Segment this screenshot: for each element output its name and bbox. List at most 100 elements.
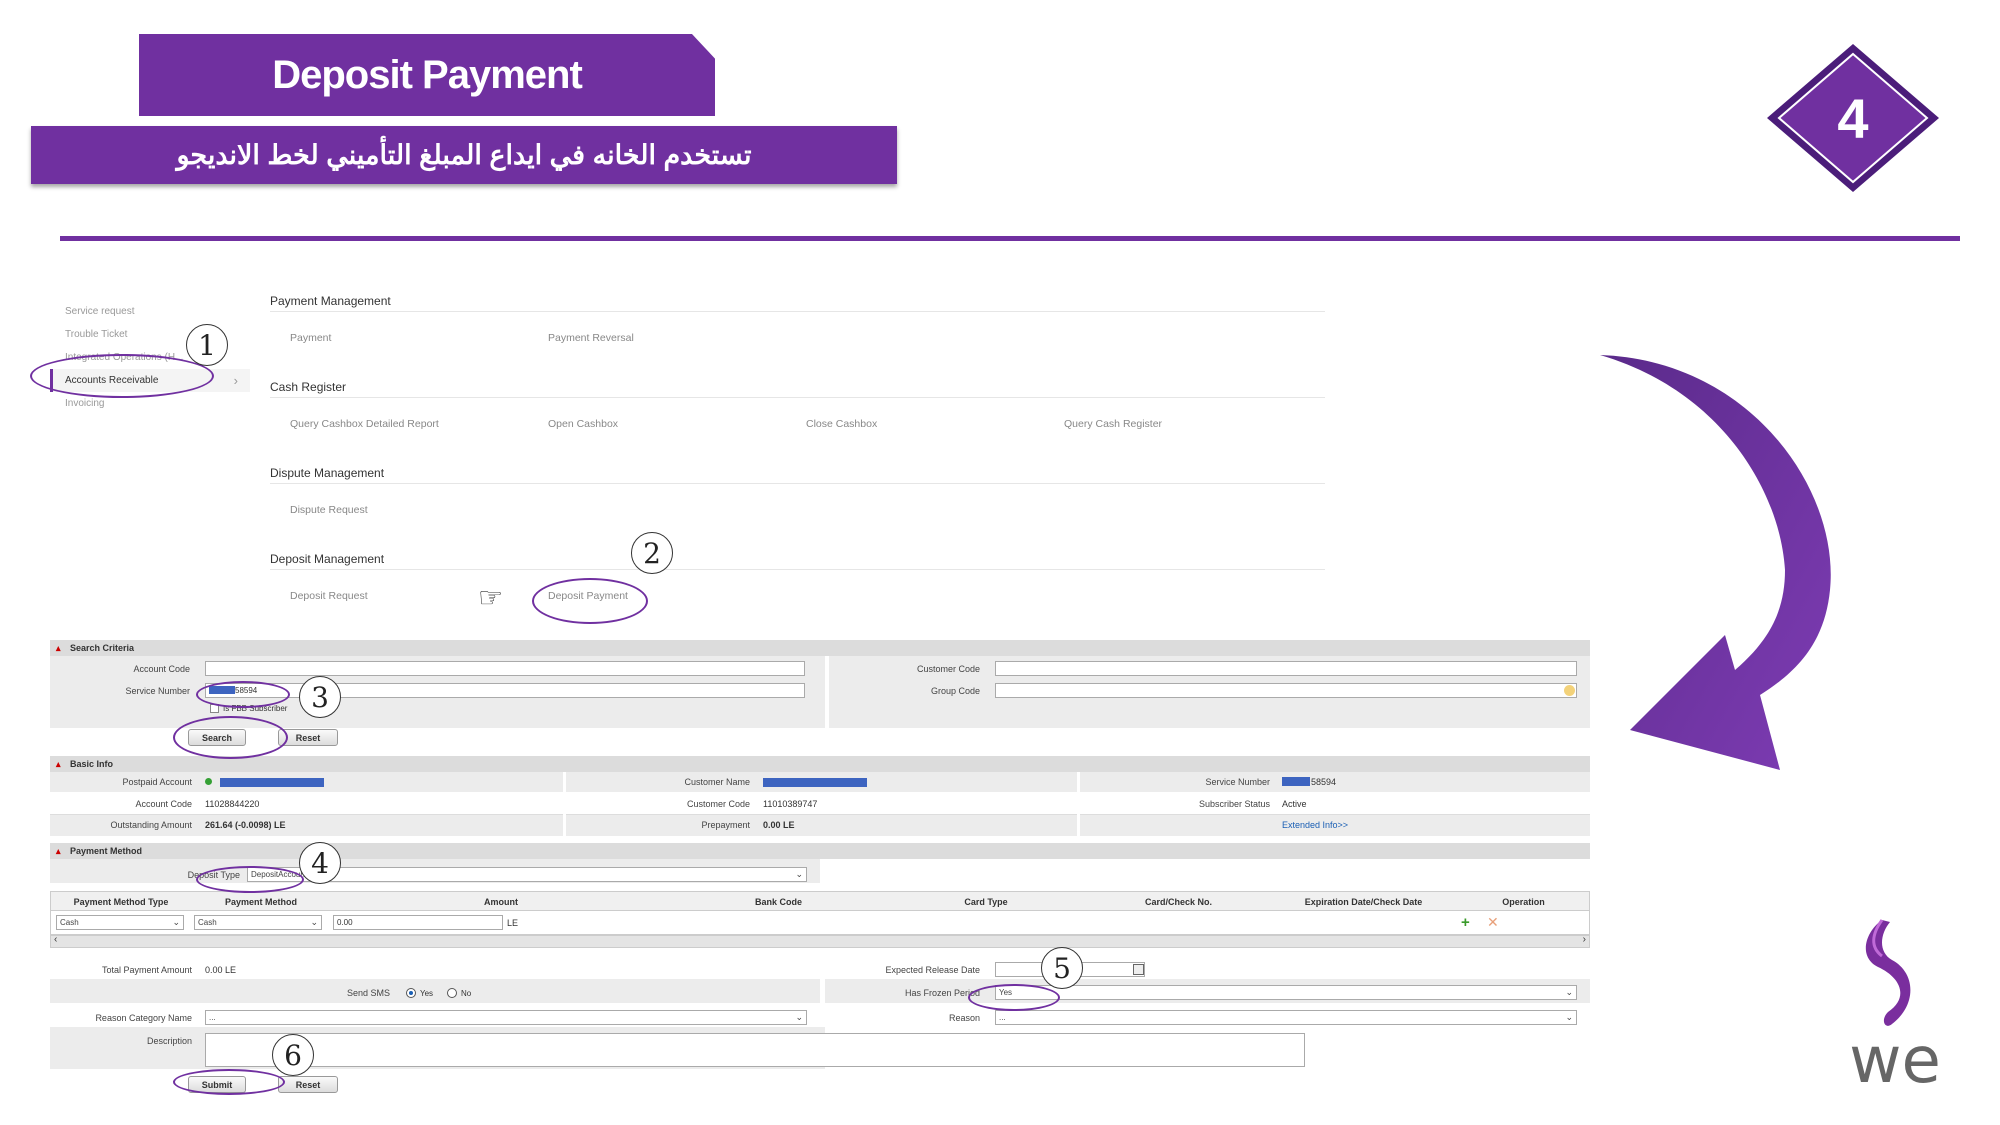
lookup-icon[interactable] (1564, 685, 1575, 696)
masked-service-number (1282, 777, 1310, 786)
accounts-receivable-menu: Payment Management Payment Payment Rever… (270, 290, 1325, 634)
chevron-down-icon: ⌄ (172, 917, 180, 927)
reason-category-value: ... (209, 1013, 216, 1022)
deposit-management-section: Deposit Management Deposit Request Depos… (270, 548, 1325, 634)
customer-code-input[interactable] (995, 661, 1577, 676)
payment-reset-button[interactable]: Reset (278, 1076, 338, 1093)
scroll-left-icon[interactable]: ‹ (54, 934, 57, 945)
page-subtitle: تستخدم الخانه في ايداع المبلغ التأميني ل… (31, 126, 897, 184)
expected-release-label: Expected Release Date (885, 965, 980, 975)
add-row-icon[interactable]: + (1461, 914, 1470, 931)
section-title: Cash Register (270, 376, 1325, 398)
payment-method-select[interactable]: Cash ⌄ (194, 915, 322, 930)
col-expiration-date: Expiration Date/Check Date (1304, 897, 1423, 907)
sidebar-item-service-request[interactable]: Service request (50, 300, 250, 323)
header-divider (60, 236, 1960, 241)
prepayment-value: 0.00 LE (763, 820, 795, 830)
search-criteria-panel: Search Criteria Account Code Service Num… (50, 640, 1590, 730)
service-number-label: Service Number (125, 686, 190, 696)
account-code-value: 11028844220 (205, 799, 260, 809)
payment-method-type-select[interactable]: Cash ⌄ (56, 915, 184, 930)
customer-code-value: 11010389747 (763, 799, 818, 809)
reason-select[interactable]: ... ⌄ (995, 1010, 1577, 1025)
frozen-period-label: Has Frozen Period (904, 988, 980, 998)
callout-ellipse-6 (173, 1069, 285, 1095)
link-payment[interactable]: Payment (290, 332, 331, 344)
callout-ellipse-1 (30, 354, 214, 398)
table-scrollbar[interactable]: ‹ › (50, 934, 1590, 948)
subscriber-status-value: Active (1282, 799, 1307, 809)
section-title: Deposit Management (270, 548, 1325, 570)
subscriber-status-label: Subscriber Status (1198, 799, 1270, 809)
callout-number-3: 3 (299, 676, 341, 718)
chevron-right-icon: › (233, 373, 238, 388)
link-open-cashbox[interactable]: Open Cashbox (548, 418, 618, 430)
chevron-down-icon: ⌄ (1565, 987, 1573, 997)
search-criteria-header[interactable]: Search Criteria (50, 640, 1590, 656)
page-title: Deposit Payment (139, 34, 715, 116)
step-number: 4 (1837, 86, 1869, 150)
masked-customer-name (763, 778, 867, 787)
cash-register-section: Cash Register Query Cashbox Detailed Rep… (270, 376, 1325, 462)
payment-management-section: Payment Management Payment Payment Rever… (270, 290, 1325, 376)
link-query-cash-register[interactable]: Query Cash Register (1064, 418, 1162, 430)
callout-ellipse-3 (196, 681, 290, 708)
sms-yes-radio[interactable] (406, 988, 416, 998)
service-number-value: 58594 (1311, 777, 1337, 787)
payment-table-header: Payment Method Type Payment Method Amoun… (50, 891, 1590, 911)
callout-number-6: 6 (272, 1034, 314, 1076)
delete-row-icon[interactable]: ✕ (1487, 914, 1499, 931)
chevron-down-icon: ⌄ (795, 869, 803, 879)
account-code-input[interactable] (205, 661, 805, 676)
basic-info-header[interactable]: Basic Info (50, 756, 1590, 772)
col-operation: Operation (1502, 897, 1545, 907)
link-close-cashbox[interactable]: Close Cashbox (806, 418, 877, 430)
link-deposit-request[interactable]: Deposit Request (290, 590, 368, 602)
link-dispute-request[interactable]: Dispute Request (290, 504, 368, 516)
link-query-cashbox-report[interactable]: Query Cashbox Detailed Report (290, 418, 439, 430)
callout-ellipse-4 (196, 866, 304, 893)
payment-method-type-value: Cash (60, 918, 79, 927)
service-number-label: Service Number (1205, 777, 1270, 787)
sms-no-radio[interactable] (447, 988, 457, 998)
callout-number-4: 4 (299, 842, 341, 884)
payment-method-value: Cash (198, 918, 217, 927)
we-logo-icon: we (1849, 919, 1941, 1092)
curved-arrow-icon (1600, 355, 1831, 770)
col-amount: Amount (484, 897, 518, 907)
scroll-right-icon[interactable]: › (1583, 934, 1586, 945)
currency-label: LE (507, 918, 519, 928)
service-number-input[interactable]: 58594 (205, 683, 805, 698)
description-textarea[interactable] (205, 1033, 1305, 1067)
link-payment-reversal[interactable]: Payment Reversal (548, 332, 634, 344)
group-code-input[interactable] (995, 683, 1577, 698)
postpaid-account-label: Postpaid Account (122, 777, 192, 787)
frozen-period-select[interactable]: Yes ⌄ (995, 985, 1577, 1000)
reason-category-label: Reason Category Name (95, 1013, 192, 1023)
section-title: Dispute Management (270, 462, 1325, 484)
payment-method-header[interactable]: Payment Method (50, 843, 1590, 859)
section-title: Payment Management (270, 290, 1325, 312)
chevron-down-icon: ⌄ (795, 1012, 803, 1022)
total-payment-label: Total Payment Amount (101, 965, 192, 975)
callout-number-1: 1 (186, 324, 228, 366)
account-code-label: Account Code (135, 799, 192, 809)
description-label: Description (146, 1036, 192, 1046)
reason-value: ... (999, 1013, 1006, 1022)
sms-no-label: No (461, 989, 472, 998)
extended-info-link[interactable]: Extended Info>> (1282, 820, 1348, 830)
col-card-type: Card Type (964, 897, 1008, 907)
calendar-icon[interactable] (1133, 964, 1144, 975)
callout-ellipse-5 (968, 984, 1060, 1011)
reason-category-select[interactable]: ... ⌄ (205, 1010, 807, 1025)
prepayment-label: Prepayment (701, 820, 750, 830)
group-code-label: Group Code (930, 686, 980, 696)
dispute-management-section: Dispute Management Dispute Request (270, 462, 1325, 548)
amount-input[interactable]: 0.00 (333, 915, 503, 930)
svg-text:we: we (1849, 1024, 1941, 1092)
pointing-hand-icon: ☞ (478, 582, 504, 613)
sms-yes-label: Yes (420, 989, 434, 998)
sms-row (50, 979, 820, 1003)
customer-code-label: Customer Code (916, 664, 980, 674)
callout-number-5: 5 (1041, 947, 1083, 989)
